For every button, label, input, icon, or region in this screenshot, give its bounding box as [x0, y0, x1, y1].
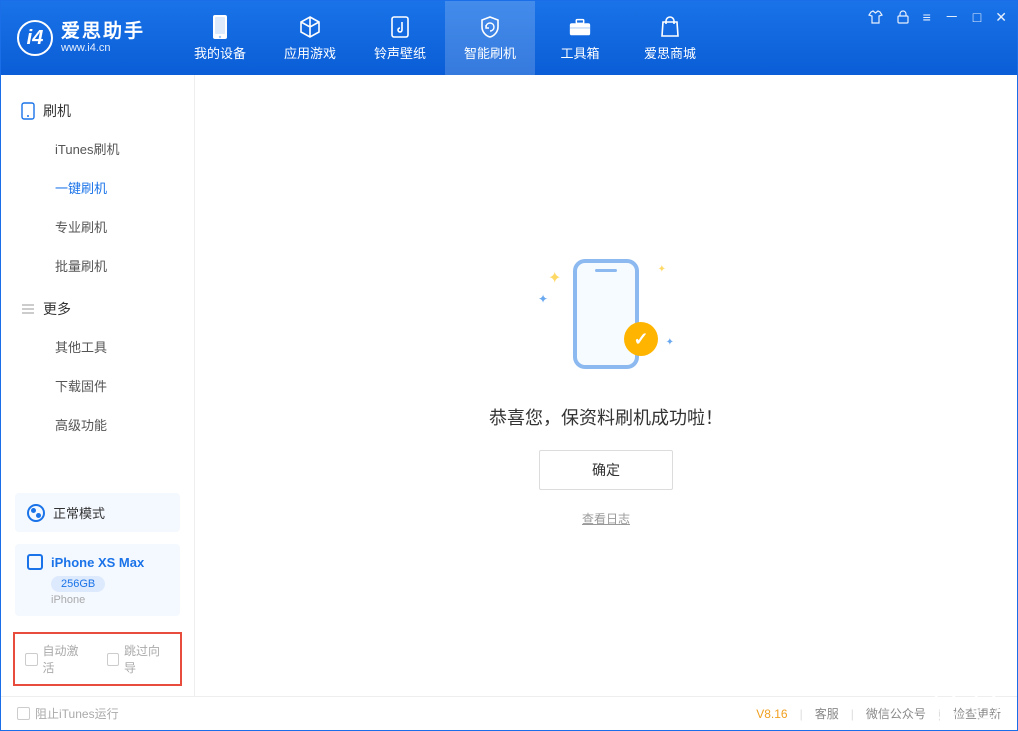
user-button[interactable]: [971, 692, 999, 720]
app-window: i4 爱思助手 www.i4.cn 我的设备 应用游戏 铃声壁纸 智能刷机: [0, 0, 1018, 731]
logo[interactable]: i4 爱思助手 www.i4.cn: [17, 20, 145, 56]
view-log-link[interactable]: 查看日志: [582, 510, 630, 527]
support-link[interactable]: 客服: [815, 705, 839, 722]
sidebar-item-download-firmware[interactable]: 下载固件: [1, 366, 194, 405]
tab-toolbox[interactable]: 工具箱: [535, 1, 625, 75]
wechat-link[interactable]: 微信公众号: [866, 705, 926, 722]
app-name: 爱思助手: [61, 22, 145, 43]
tab-label: 我的设备: [194, 43, 246, 62]
section-head-flash[interactable]: 刷机: [1, 93, 194, 129]
checkbox-block-itunes[interactable]: 阻止iTunes运行: [17, 705, 119, 722]
maximize-button[interactable]: □: [973, 9, 981, 25]
tab-store[interactable]: 爱思商城: [625, 1, 715, 75]
ok-button[interactable]: 确定: [539, 450, 673, 490]
download-button[interactable]: [931, 692, 959, 720]
check-badge-icon: ✓: [624, 322, 658, 356]
section-head-more[interactable]: 更多: [1, 291, 194, 327]
tab-label: 应用游戏: [284, 43, 336, 62]
sidebar-item-pro-flash[interactable]: 专业刷机: [1, 207, 194, 246]
cube-icon: [298, 15, 322, 39]
device-name: iPhone XS Max: [51, 555, 144, 570]
section-title: 刷机: [43, 101, 71, 121]
sparkle-icon: ✦: [658, 264, 666, 275]
main-content: ✦ ✦ ✦ ✦ ✓ 恭喜您，保资料刷机成功啦！ 确定 查看日志: [195, 75, 1017, 696]
body: 刷机 iTunes刷机 一键刷机 专业刷机 批量刷机 更多 其他工具 下载固件 …: [1, 75, 1017, 696]
user-icon: [978, 699, 992, 713]
bag-icon: [658, 15, 682, 39]
minimize-button[interactable]: －: [945, 7, 959, 27]
music-icon: [388, 15, 412, 39]
sidebar-item-batch-flash[interactable]: 批量刷机: [1, 246, 194, 285]
list-icon: [21, 302, 35, 316]
mode-label: 正常模式: [53, 503, 105, 522]
close-button[interactable]: ✕: [995, 9, 1007, 26]
version-label: V8.16: [756, 707, 787, 721]
top-tabs: 我的设备 应用游戏 铃声壁纸 智能刷机 工具箱 爱思商城: [175, 1, 715, 75]
phone-outline-icon: [21, 102, 35, 120]
toolbox-icon: [568, 15, 592, 39]
sidebar-item-itunes-flash[interactable]: iTunes刷机: [1, 129, 194, 168]
success-message: 恭喜您，保资料刷机成功啦！: [489, 404, 723, 430]
phone-graphic: [573, 259, 639, 369]
device-card[interactable]: iPhone XS Max 256GB iPhone: [15, 544, 180, 616]
sparkle-icon: ✦: [666, 337, 674, 348]
tab-flash[interactable]: 智能刷机: [445, 1, 535, 75]
lock-icon[interactable]: [897, 10, 909, 24]
checkbox-icon: [107, 653, 120, 666]
window-controls: ≡ － □ ✕: [868, 7, 1007, 27]
statusbar: 阻止iTunes运行 V8.16 | 客服 | 微信公众号 | 检查更新: [1, 696, 1017, 730]
tab-label: 铃声壁纸: [374, 43, 426, 62]
titlebar: i4 爱思助手 www.i4.cn 我的设备 应用游戏 铃声壁纸 智能刷机: [1, 1, 1017, 75]
checkbox-auto-activate[interactable]: 自动激活: [25, 642, 89, 676]
header-round-buttons: [931, 692, 999, 720]
tab-label: 工具箱: [561, 43, 600, 62]
sparkle-icon: ✦: [538, 292, 548, 306]
checkbox-icon: [17, 707, 30, 720]
checkbox-label: 自动激活: [43, 642, 89, 676]
download-icon: [938, 699, 952, 713]
phone-icon: [208, 15, 232, 39]
device-storage-badge: 256GB: [51, 576, 105, 592]
sidebar: 刷机 iTunes刷机 一键刷机 专业刷机 批量刷机 更多 其他工具 下载固件 …: [1, 75, 195, 696]
mode-card[interactable]: 正常模式: [15, 493, 180, 532]
device-small-icon: [27, 554, 43, 570]
sidebar-section-more: 更多 其他工具 下载固件 高级功能: [1, 291, 194, 444]
checkbox-icon: [25, 653, 38, 666]
section-title: 更多: [43, 299, 71, 319]
menu-icon[interactable]: ≡: [923, 9, 931, 25]
app-domain: www.i4.cn: [61, 42, 145, 54]
device-type: iPhone: [51, 594, 168, 606]
options-highlight-box: 自动激活 跳过向导: [13, 632, 182, 686]
sidebar-item-other-tools[interactable]: 其他工具: [1, 327, 194, 366]
success-illustration: ✦ ✦ ✦ ✦ ✓: [536, 244, 676, 384]
sparkle-icon: ✦: [548, 268, 561, 288]
sidebar-section-flash: 刷机 iTunes刷机 一键刷机 专业刷机 批量刷机: [1, 93, 194, 285]
logo-icon: i4: [17, 20, 53, 56]
tab-label: 智能刷机: [464, 43, 516, 62]
sidebar-item-advanced[interactable]: 高级功能: [1, 405, 194, 444]
tshirt-icon[interactable]: [868, 10, 883, 24]
tab-apps[interactable]: 应用游戏: [265, 1, 355, 75]
tab-my-device[interactable]: 我的设备: [175, 1, 265, 75]
tab-label: 爱思商城: [644, 43, 696, 62]
tab-ringtones[interactable]: 铃声壁纸: [355, 1, 445, 75]
checkbox-label: 阻止iTunes运行: [35, 705, 119, 722]
mode-icon: [27, 504, 45, 522]
refresh-shield-icon: [478, 15, 502, 39]
sidebar-item-oneclick-flash[interactable]: 一键刷机: [1, 168, 194, 207]
checkbox-label: 跳过向导: [124, 642, 170, 676]
checkbox-skip-guide[interactable]: 跳过向导: [107, 642, 171, 676]
